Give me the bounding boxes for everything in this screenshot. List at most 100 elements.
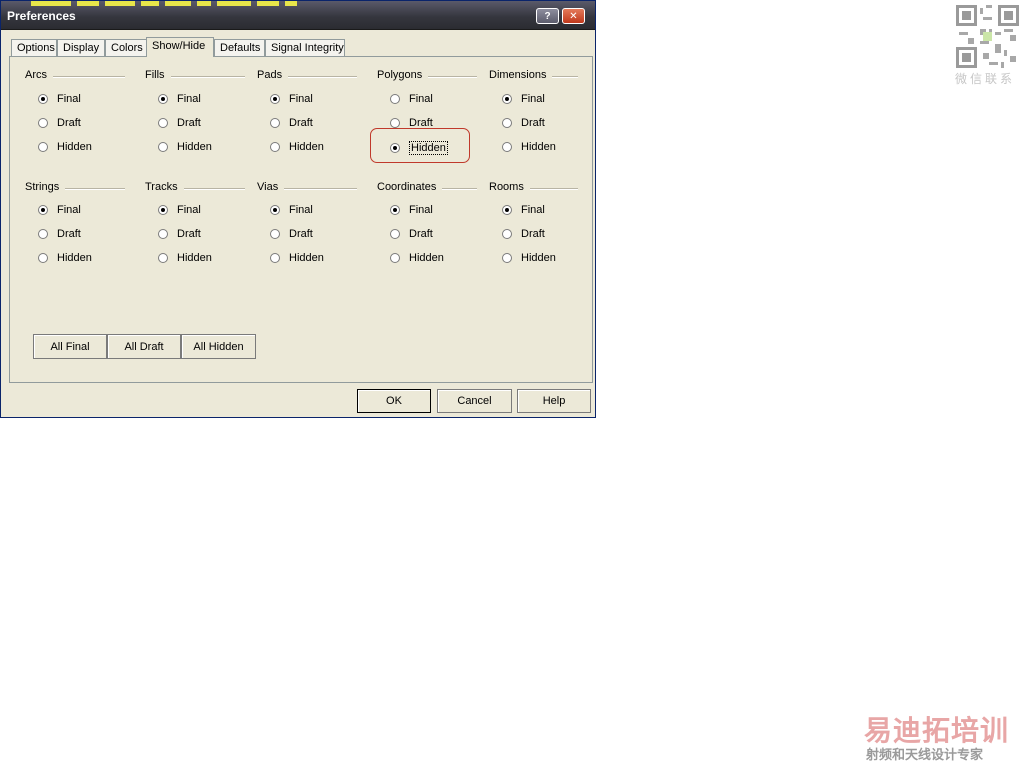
radio-strings-draft[interactable]: Draft: [38, 228, 81, 240]
radio-label: Draft: [521, 228, 545, 240]
title-bar[interactable]: Preferences ? ✕: [1, 1, 595, 30]
tab-defaults[interactable]: Defaults: [214, 39, 265, 56]
radio-button-icon: [38, 253, 48, 263]
radio-label: Final: [57, 204, 81, 216]
radio-tracks-draft[interactable]: Draft: [158, 228, 201, 240]
radio-rooms-hidden[interactable]: Hidden: [502, 252, 556, 264]
radio-button-icon: [502, 253, 512, 263]
radio-button-icon: [38, 229, 48, 239]
radio-fills-draft[interactable]: Draft: [158, 117, 201, 129]
radio-button-icon: [38, 118, 48, 128]
radio-button-icon: [270, 142, 280, 152]
radio-label: Final: [289, 93, 313, 105]
radio-rooms-draft[interactable]: Draft: [502, 228, 545, 240]
radio-polygons-final[interactable]: Final: [390, 93, 433, 105]
radio-fills-final[interactable]: Final: [158, 93, 201, 105]
group-separator: [442, 188, 477, 190]
radio-button-icon: [270, 229, 280, 239]
all-draft-button[interactable]: All Draft: [107, 334, 181, 359]
radio-pads-hidden[interactable]: Hidden: [270, 141, 324, 153]
radio-label: Final: [289, 204, 313, 216]
group-separator: [552, 76, 578, 78]
group-separator: [428, 76, 477, 78]
radio-label: Hidden: [177, 252, 212, 264]
annotation-highlight: [370, 128, 470, 163]
radio-dimensions-draft[interactable]: Draft: [502, 117, 545, 129]
radio-label: Hidden: [57, 252, 92, 264]
radio-label: Hidden: [521, 141, 556, 153]
radio-button-icon: [390, 253, 400, 263]
radio-label: Final: [409, 93, 433, 105]
radio-vias-final[interactable]: Final: [270, 204, 313, 216]
radio-arcs-draft[interactable]: Draft: [38, 117, 81, 129]
radio-vias-draft[interactable]: Draft: [270, 228, 313, 240]
radio-coordinates-hidden[interactable]: Hidden: [390, 252, 444, 264]
radio-pads-draft[interactable]: Draft: [270, 117, 313, 129]
radio-tracks-hidden[interactable]: Hidden: [158, 252, 212, 264]
radio-button-icon: [390, 229, 400, 239]
radio-dimensions-hidden[interactable]: Hidden: [502, 141, 556, 153]
brand-logo-text: 易迪拓培训: [864, 715, 1010, 746]
radio-coordinates-draft[interactable]: Draft: [390, 228, 433, 240]
help-button[interactable]: Help: [517, 389, 591, 413]
tab-show-hide[interactable]: Show/Hide: [146, 37, 214, 57]
group-label-fills: Fills: [145, 69, 165, 81]
tab-display[interactable]: Display: [57, 39, 105, 56]
radio-button-icon: [158, 205, 168, 215]
group-label-strings: Strings: [25, 181, 60, 193]
tab-signal-integrity[interactable]: Signal Integrity: [265, 39, 345, 56]
radio-button-icon: [502, 94, 512, 104]
all-final-button[interactable]: All Final: [33, 334, 107, 359]
radio-label: Draft: [409, 228, 433, 240]
cancel-button[interactable]: Cancel: [437, 389, 512, 413]
help-title-button[interactable]: ?: [536, 8, 559, 24]
radio-tracks-final[interactable]: Final: [158, 204, 201, 216]
radio-label: Final: [57, 93, 81, 105]
radio-button-icon: [38, 94, 48, 104]
all-hidden-button[interactable]: All Hidden: [181, 334, 256, 359]
radio-dimensions-final[interactable]: Final: [502, 93, 545, 105]
group-label-dimensions: Dimensions: [489, 69, 547, 81]
title-decoration: [31, 1, 381, 7]
close-button[interactable]: ✕: [562, 8, 585, 24]
radio-label: Draft: [289, 228, 313, 240]
group-separator: [288, 76, 357, 78]
radio-arcs-final[interactable]: Final: [38, 93, 81, 105]
group-separator: [65, 188, 125, 190]
radio-label: Hidden: [409, 252, 444, 264]
radio-label: Draft: [57, 228, 81, 240]
group-label-polygons: Polygons: [377, 69, 423, 81]
radio-label: Hidden: [289, 252, 324, 264]
group-separator: [53, 76, 125, 78]
ok-button[interactable]: OK: [357, 389, 431, 413]
radio-label: Hidden: [177, 141, 212, 153]
radio-button-icon: [390, 118, 400, 128]
radio-label: Hidden: [57, 141, 92, 153]
radio-label: Final: [409, 204, 433, 216]
radio-button-icon: [38, 142, 48, 152]
radio-label: Hidden: [521, 252, 556, 264]
radio-vias-hidden[interactable]: Hidden: [270, 252, 324, 264]
radio-label: Final: [521, 204, 545, 216]
radio-label: Final: [177, 204, 201, 216]
radio-label: Draft: [289, 117, 313, 129]
tab-options[interactable]: Options: [11, 39, 57, 56]
tab-colors[interactable]: Colors: [105, 39, 147, 56]
radio-label: Draft: [57, 117, 81, 129]
radio-strings-final[interactable]: Final: [38, 204, 81, 216]
radio-pads-final[interactable]: Final: [270, 93, 313, 105]
radio-label: Final: [521, 93, 545, 105]
radio-button-icon: [158, 118, 168, 128]
group-label-vias: Vias: [257, 181, 279, 193]
brand-tagline: 射频和天线设计专家: [866, 747, 984, 762]
radio-fills-hidden[interactable]: Hidden: [158, 141, 212, 153]
radio-rooms-final[interactable]: Final: [502, 204, 545, 216]
group-separator: [183, 188, 245, 190]
radio-arcs-hidden[interactable]: Hidden: [38, 141, 92, 153]
radio-coordinates-final[interactable]: Final: [390, 204, 433, 216]
radio-strings-hidden[interactable]: Hidden: [38, 252, 92, 264]
group-label-arcs: Arcs: [25, 69, 47, 81]
radio-label: Draft: [521, 117, 545, 129]
radio-button-icon: [502, 205, 512, 215]
radio-label: Final: [177, 93, 201, 105]
